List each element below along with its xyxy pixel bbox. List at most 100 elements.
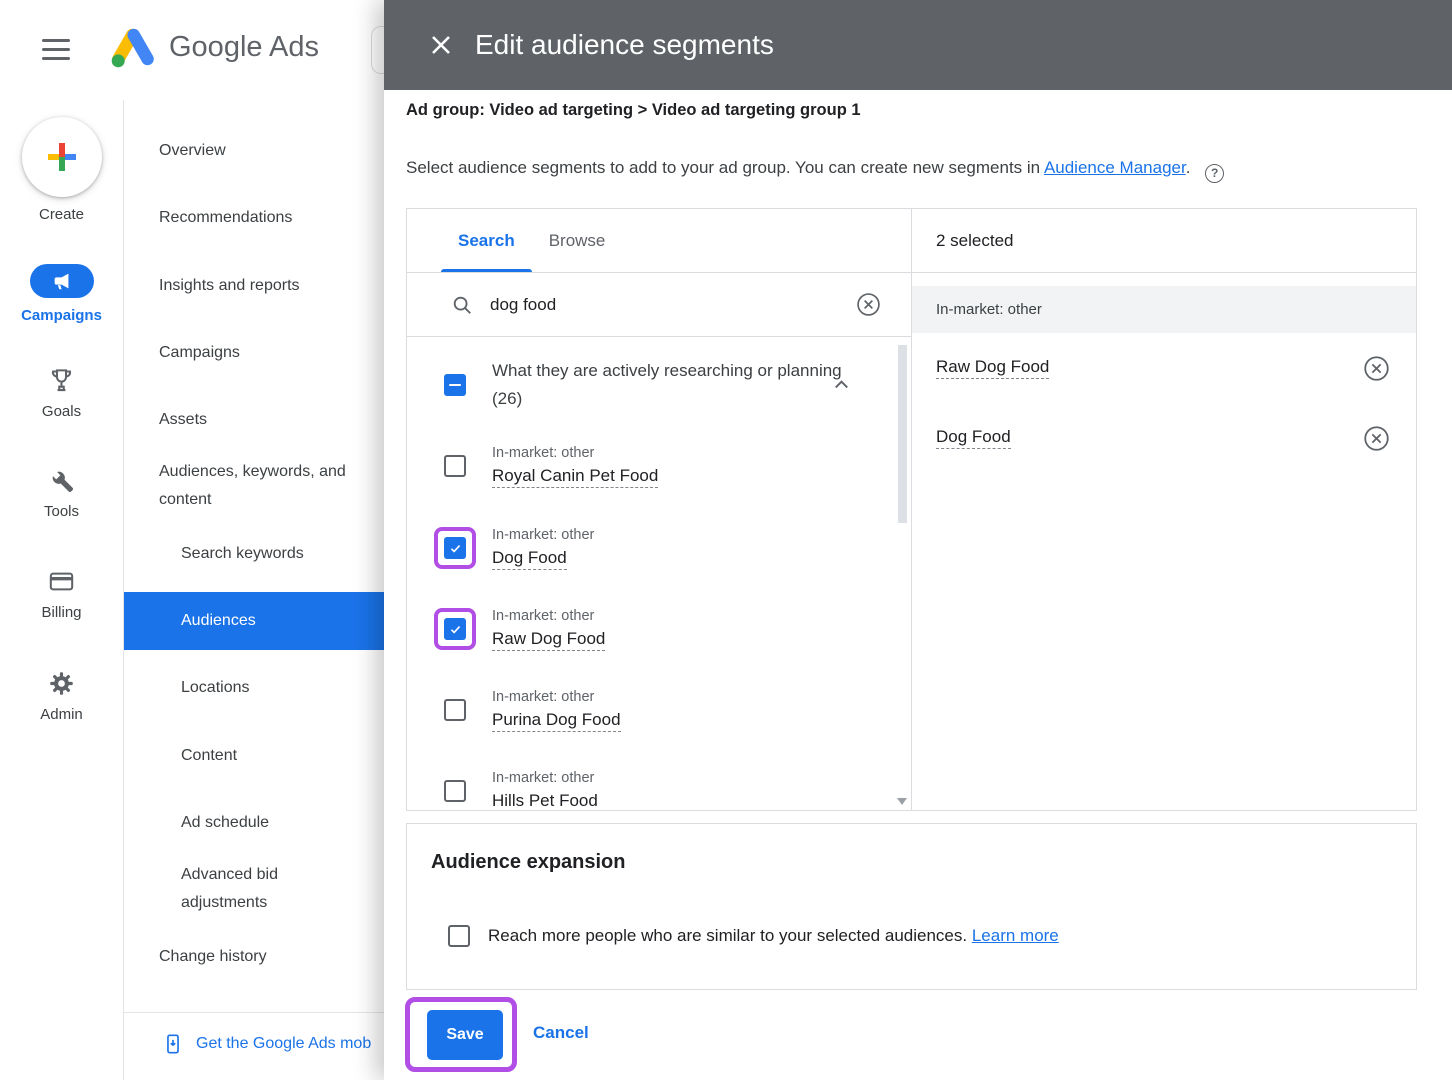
remove-segment-icon[interactable] bbox=[1363, 425, 1390, 452]
rail-tools-label: Tools bbox=[44, 503, 79, 520]
sidebar-item-campaigns[interactable]: Campaigns bbox=[159, 344, 240, 362]
collapse-chevron-icon[interactable] bbox=[830, 374, 853, 397]
megaphone-icon bbox=[51, 270, 73, 292]
selected-category-header: In-market: other bbox=[912, 286, 1416, 333]
selected-count: 2 selected bbox=[912, 209, 1416, 273]
audience-checkbox[interactable] bbox=[444, 699, 466, 721]
audience-category: In-market: other bbox=[492, 527, 594, 543]
learn-more-link[interactable]: Learn more bbox=[972, 926, 1059, 945]
group-checkbox[interactable] bbox=[444, 374, 466, 396]
annotation-box bbox=[444, 537, 466, 559]
segment-picker: Search Browse dog food What they are act… bbox=[406, 208, 1417, 811]
selected-segments-column: 2 selected In-market: other Raw Dog Food… bbox=[912, 209, 1416, 810]
selected-item-name: Dog Food bbox=[936, 427, 1011, 449]
sidebar-item-search-keywords[interactable]: Search keywords bbox=[181, 545, 304, 563]
audience-manager-link[interactable]: Audience Manager bbox=[1044, 158, 1186, 177]
scrollbar[interactable] bbox=[898, 345, 907, 523]
phone-download-icon bbox=[162, 1033, 184, 1055]
campaigns-pill bbox=[30, 264, 94, 298]
icon-rail: Create Campaigns Goals Tools Billing bbox=[0, 100, 123, 1080]
audience-row[interactable]: In-market: other Royal Canin Pet Food bbox=[407, 425, 887, 507]
group-label: What they are actively researching or pl… bbox=[492, 357, 842, 413]
dialog-header: Edit audience segments bbox=[384, 0, 1452, 90]
intro-text: Select audience segments to add to your … bbox=[406, 158, 1224, 183]
audience-name: Royal Canin Pet Food bbox=[492, 466, 658, 488]
plus-icon bbox=[44, 139, 80, 175]
close-icon[interactable] bbox=[429, 33, 453, 57]
rail-tools-button[interactable]: Tools bbox=[0, 467, 123, 520]
sidebar-item-assets[interactable]: Assets bbox=[159, 411, 207, 429]
sidebar-item-overview[interactable]: Overview bbox=[159, 142, 226, 160]
audience-checkbox[interactable] bbox=[444, 780, 466, 802]
sidebar-item-advanced-bid-adjustments[interactable]: Advanced bid adjustments bbox=[181, 861, 346, 917]
sidebar-item-locations[interactable]: Locations bbox=[181, 679, 250, 697]
get-mobile-app-link[interactable]: Get the Google Ads mob bbox=[162, 1033, 371, 1055]
search-icon bbox=[451, 294, 473, 316]
sidebar-item-content[interactable]: Content bbox=[181, 747, 237, 765]
help-icon[interactable]: ? bbox=[1205, 164, 1224, 183]
rail-campaigns-button[interactable]: Campaigns bbox=[0, 264, 123, 324]
audience-category: In-market: other bbox=[492, 608, 605, 624]
sidebar-item-change-history[interactable]: Change history bbox=[159, 948, 267, 966]
audience-name: Hills Pet Food bbox=[492, 791, 598, 811]
cancel-button[interactable]: Cancel bbox=[533, 1023, 589, 1043]
tab-search[interactable]: Search bbox=[441, 209, 532, 272]
rail-goals-label: Goals bbox=[42, 403, 81, 420]
audience-name: Purina Dog Food bbox=[492, 710, 621, 732]
tab-browse[interactable]: Browse bbox=[532, 209, 623, 272]
google-ads-logo: Google Ads bbox=[110, 26, 319, 68]
rail-campaigns-label: Campaigns bbox=[21, 307, 102, 324]
rail-admin-label: Admin bbox=[40, 706, 83, 723]
group-row[interactable]: What they are actively researching or pl… bbox=[407, 343, 887, 427]
audience-search-input[interactable]: dog food bbox=[490, 295, 839, 315]
topbar: Google Ads bbox=[0, 0, 384, 100]
audience-expansion-title: Audience expansion bbox=[431, 851, 626, 874]
rail-goals-button[interactable]: Goals bbox=[0, 367, 123, 420]
audience-category: In-market: other bbox=[492, 689, 621, 705]
clear-search-icon[interactable] bbox=[856, 292, 881, 317]
sidebar-item-insights[interactable]: Insights and reports bbox=[159, 277, 300, 295]
audience-checkbox[interactable] bbox=[444, 618, 466, 640]
selected-item: Dog Food bbox=[912, 403, 1416, 473]
intro-copy: Select audience segments to add to your … bbox=[406, 158, 1040, 177]
intro-period: . bbox=[1186, 158, 1191, 177]
selected-item: Raw Dog Food bbox=[912, 333, 1416, 403]
picker-tabs: Search Browse bbox=[407, 209, 911, 273]
expansion-checkbox[interactable] bbox=[448, 925, 470, 947]
rail-billing-button[interactable]: Billing bbox=[0, 568, 123, 621]
audience-row[interactable]: In-market: other Hills Pet Food bbox=[407, 750, 887, 810]
sidebar-item-ad-schedule[interactable]: Ad schedule bbox=[181, 814, 269, 832]
sidebar-divider bbox=[124, 1012, 384, 1013]
segment-search-column: Search Browse dog food What they are act… bbox=[407, 209, 912, 810]
audience-row[interactable]: In-market: other Dog Food bbox=[407, 507, 887, 589]
sidebar-item-audiences-selected[interactable]: Audiences bbox=[124, 592, 384, 650]
get-mobile-app-label: Get the Google Ads mob bbox=[196, 1035, 371, 1053]
save-button[interactable]: Save bbox=[427, 1010, 503, 1060]
annotation-box bbox=[444, 618, 466, 640]
create-circle bbox=[22, 117, 102, 197]
rail-create-label: Create bbox=[39, 206, 84, 223]
gear-icon bbox=[48, 670, 75, 697]
nav-sidebar: Overview Recommendations Insights and re… bbox=[123, 100, 384, 1080]
menu-icon[interactable] bbox=[42, 39, 70, 60]
audience-row[interactable]: In-market: other Raw Dog Food bbox=[407, 588, 887, 670]
audience-expansion-row: Reach more people who are similar to you… bbox=[448, 925, 1059, 947]
remove-segment-icon[interactable] bbox=[1363, 355, 1390, 382]
audience-category: In-market: other bbox=[492, 445, 658, 461]
audience-checkbox[interactable] bbox=[444, 455, 466, 477]
scroll-down-arrow[interactable] bbox=[897, 798, 907, 805]
audience-checkbox[interactable] bbox=[444, 537, 466, 559]
audience-expansion-panel: Audience expansion Reach more people who… bbox=[406, 823, 1417, 990]
trophy-icon bbox=[48, 367, 75, 394]
audience-search-row: dog food bbox=[407, 273, 911, 337]
sidebar-item-recommendations[interactable]: Recommendations bbox=[159, 209, 292, 227]
rail-admin-button[interactable]: Admin bbox=[0, 670, 123, 723]
edit-audience-segments-dialog: Edit audience segments Ad group: Video a… bbox=[384, 0, 1452, 1080]
audience-name: Dog Food bbox=[492, 548, 567, 570]
credit-card-icon bbox=[48, 568, 75, 595]
rail-create-button[interactable]: Create bbox=[0, 117, 123, 223]
audience-name: Raw Dog Food bbox=[492, 629, 605, 651]
audience-row[interactable]: In-market: other Purina Dog Food bbox=[407, 669, 887, 751]
sidebar-item-audiences-keywords-content[interactable]: Audiences, keywords, and content bbox=[159, 458, 377, 514]
dialog-title: Edit audience segments bbox=[475, 29, 774, 61]
